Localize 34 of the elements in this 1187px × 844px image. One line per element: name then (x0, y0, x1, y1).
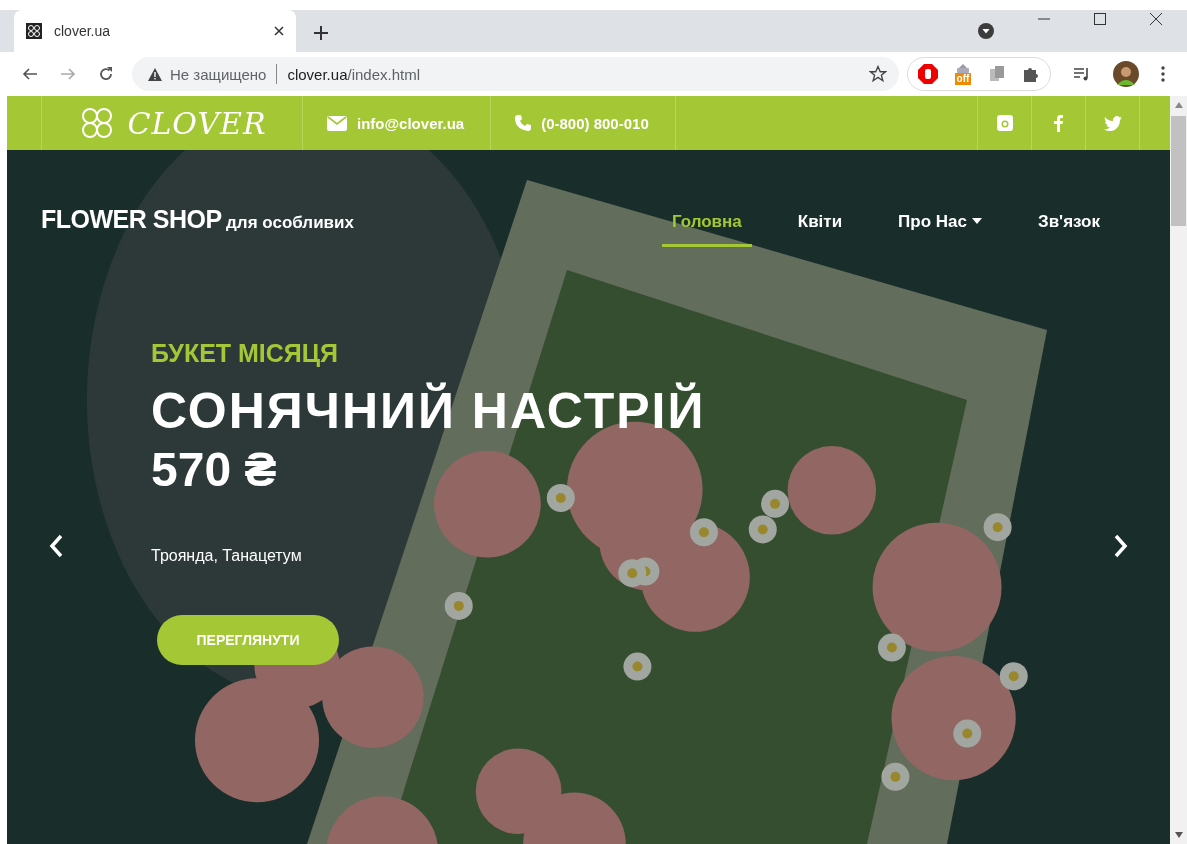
brand-title[interactable]: FLOWER SHOP (41, 205, 222, 233)
scrollbar[interactable] (1170, 96, 1187, 844)
close-icon[interactable] (274, 26, 284, 36)
avatar-icon[interactable] (1113, 61, 1139, 87)
warning-icon (148, 67, 162, 81)
envelope-icon (327, 115, 347, 131)
url-text: clover.ua/index.html (287, 65, 421, 83)
scroll-up-icon[interactable] (1174, 102, 1183, 108)
maximize-icon[interactable] (1093, 12, 1107, 26)
close-icon[interactable] (1149, 12, 1163, 26)
nav-link[interactable]: Зв'язок (1028, 208, 1110, 247)
menu-icon[interactable] (1161, 66, 1165, 82)
slide-price: 570 ₴ (151, 442, 278, 497)
phone-icon (515, 115, 532, 131)
clover-favicon-icon (26, 23, 42, 39)
media-queue-icon[interactable] (1073, 66, 1091, 82)
reload-icon[interactable] (98, 66, 114, 82)
slide-kicker: БУКЕТ МІСЯЦЯ (151, 339, 340, 368)
slide-description: Троянда, Танацетум (151, 547, 303, 565)
copy-icon[interactable] (988, 65, 1006, 83)
slide-title: СОНЯЧНИЙ НАСТРІЙ (151, 382, 707, 440)
nav-link[interactable]: Квіти (787, 208, 853, 247)
puzzle-icon[interactable] (1022, 65, 1040, 83)
brand-subtitle: для особливих (226, 213, 354, 232)
star-icon[interactable] (869, 65, 887, 83)
address-bar[interactable]: Не защищено clover.ua/index.html (132, 57, 899, 91)
tab-search-icon[interactable] (977, 22, 995, 40)
scroll-down-icon[interactable] (1174, 832, 1183, 838)
security-label: Не защищено (170, 65, 267, 83)
nav-link[interactable]: Головна (661, 208, 752, 247)
new-tab-icon[interactable] (314, 26, 328, 40)
nav-link[interactable]: Про Нас (888, 208, 992, 247)
back-arrow-icon[interactable] (22, 66, 38, 82)
scroll-thumb[interactable] (1171, 116, 1186, 226)
